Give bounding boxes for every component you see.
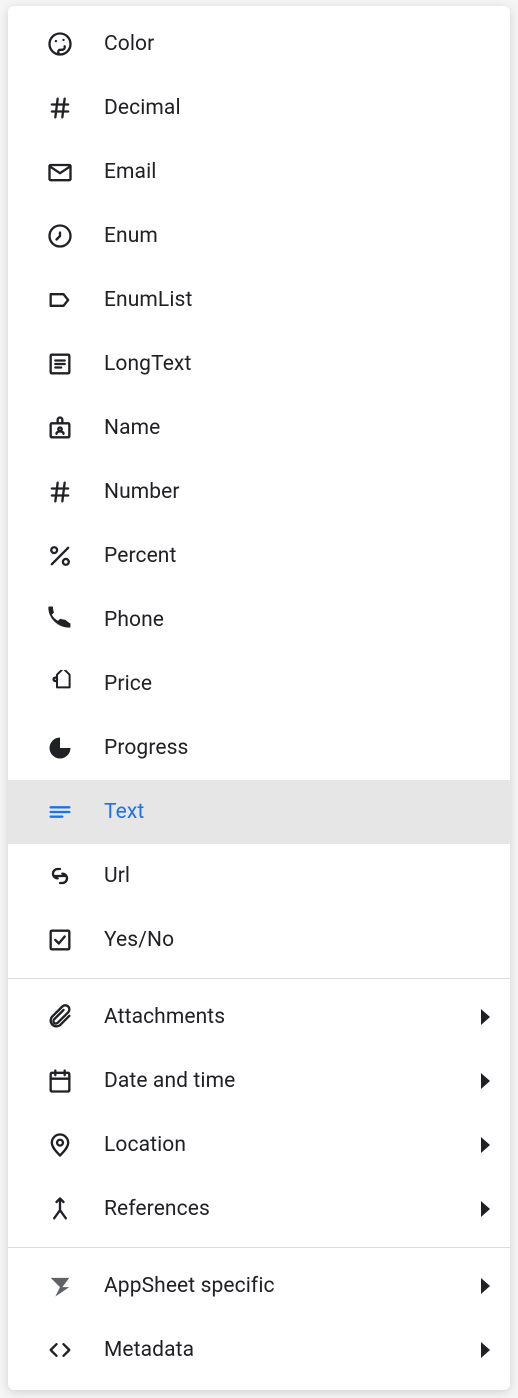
phone-icon xyxy=(46,606,74,634)
menu-item-label: Name xyxy=(104,416,160,440)
checkbox-icon xyxy=(46,926,74,954)
menu-item-email[interactable]: Email xyxy=(8,140,510,204)
menu-item-longtext[interactable]: LongText xyxy=(8,332,510,396)
menu-item-decimal[interactable]: Decimal xyxy=(8,76,510,140)
menu-item-label: References xyxy=(104,1197,210,1221)
menu-item-label: Url xyxy=(104,864,130,888)
menu-item-label: Price xyxy=(104,672,152,696)
menu-item-datetime[interactable]: Date and time xyxy=(8,1049,510,1113)
pie-icon xyxy=(46,734,74,762)
menu-item-label: Text xyxy=(104,800,144,824)
hash-icon xyxy=(46,94,74,122)
appsheet-icon xyxy=(46,1272,74,1300)
menu-item-label: Number xyxy=(104,480,180,504)
chevron-right-icon xyxy=(481,1073,490,1089)
menu-item-label: Location xyxy=(104,1133,186,1157)
merge-icon xyxy=(46,1195,74,1223)
menu-item-label: Decimal xyxy=(104,96,181,120)
clock-icon xyxy=(46,222,74,250)
chevron-right-icon xyxy=(481,1009,490,1025)
menu-item-label: Attachments xyxy=(104,1005,225,1029)
chevron-right-icon xyxy=(481,1342,490,1358)
chevron-right-icon xyxy=(481,1137,490,1153)
attachment-icon xyxy=(46,1003,74,1031)
percent-icon xyxy=(46,542,74,570)
menu-item-label: LongText xyxy=(104,352,191,376)
badge-icon xyxy=(46,414,74,442)
menu-item-phone[interactable]: Phone xyxy=(8,588,510,652)
text-icon xyxy=(46,798,74,826)
menu-item-location[interactable]: Location xyxy=(8,1113,510,1177)
code-icon xyxy=(46,1336,74,1364)
location-icon xyxy=(46,1131,74,1159)
menu-item-price[interactable]: Price xyxy=(8,652,510,716)
menu-item-label: AppSheet specific xyxy=(104,1274,275,1298)
menu-item-label: Color xyxy=(104,32,154,56)
calendar-icon xyxy=(46,1067,74,1095)
link-icon xyxy=(46,862,74,890)
menu-item-enum[interactable]: Enum xyxy=(8,204,510,268)
menu-item-progress[interactable]: Progress xyxy=(8,716,510,780)
menu-item-metadata[interactable]: Metadata xyxy=(8,1318,510,1382)
menu-item-color[interactable]: Color xyxy=(8,12,510,76)
document-icon xyxy=(46,350,74,378)
menu-item-label: Date and time xyxy=(104,1069,235,1093)
menu-item-attachments[interactable]: Attachments xyxy=(8,985,510,1049)
palette-icon xyxy=(46,30,74,58)
menu-item-label: EnumList xyxy=(104,288,192,312)
menu-item-label: Email xyxy=(104,160,157,184)
menu-item-name[interactable]: Name xyxy=(8,396,510,460)
menu-item-label: Progress xyxy=(104,736,188,760)
divider xyxy=(8,1247,510,1248)
menu-item-text[interactable]: Text xyxy=(8,780,510,844)
menu-item-label: Yes/No xyxy=(104,928,174,952)
menu-item-percent[interactable]: Percent xyxy=(8,524,510,588)
menu-item-label: Percent xyxy=(104,544,176,568)
menu-item-references[interactable]: References xyxy=(8,1177,510,1241)
chevron-right-icon xyxy=(481,1278,490,1294)
chevron-right-icon xyxy=(481,1201,490,1217)
label-icon xyxy=(46,286,74,314)
menu-item-appsheet[interactable]: AppSheet specific xyxy=(8,1254,510,1318)
hash-icon xyxy=(46,478,74,506)
menu-item-label: Enum xyxy=(104,224,158,248)
menu-item-label: Metadata xyxy=(104,1338,194,1362)
menu-item-label: Phone xyxy=(104,608,164,632)
menu-item-yesno[interactable]: Yes/No xyxy=(8,908,510,972)
menu-item-number[interactable]: Number xyxy=(8,460,510,524)
menu-item-enumlist[interactable]: EnumList xyxy=(8,268,510,332)
menu-item-url[interactable]: Url xyxy=(8,844,510,908)
type-selector-menu: Color Decimal Email Enum EnumList LongTe… xyxy=(8,6,510,1390)
divider xyxy=(8,978,510,979)
tag-icon xyxy=(46,670,74,698)
email-icon xyxy=(46,158,74,186)
